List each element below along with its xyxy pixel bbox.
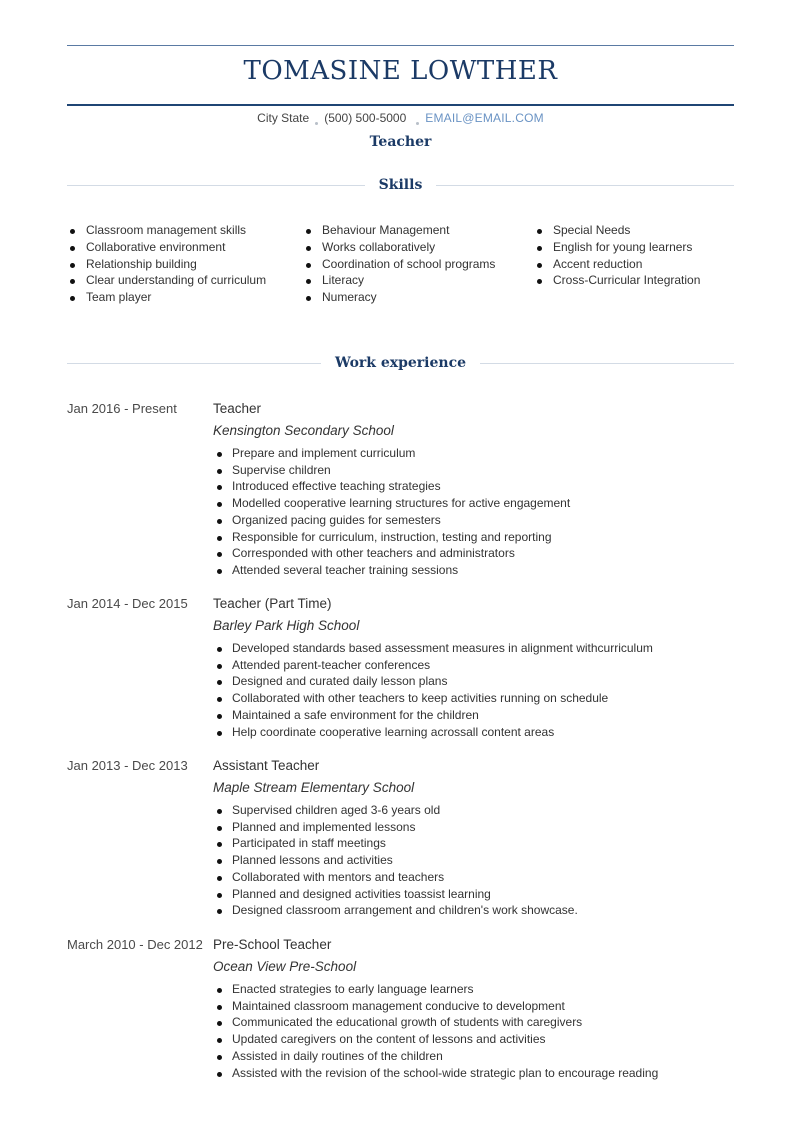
job-bullet: Maintained a safe environment for the ch… xyxy=(213,707,653,724)
job-dates: Jan 2013 - Dec 2013 xyxy=(67,758,188,773)
job-bullet: Collaborated with other teachers to keep… xyxy=(213,690,653,707)
job-role: Assistant Teacher xyxy=(213,758,320,773)
job-bullet: Designed and curated daily lesson plans xyxy=(213,673,653,690)
job-bullet: Updated caregivers on the content of les… xyxy=(213,1031,658,1048)
contact-email-link[interactable]: EMAIL@EMAIL.COM xyxy=(425,111,544,125)
job-bullet-list: Developed standards based assessment mea… xyxy=(213,640,653,740)
skill-item: Relationship building xyxy=(67,256,266,273)
experience-title: Work experience xyxy=(334,355,467,371)
skill-item: Works collaboratively xyxy=(303,239,495,256)
job-bullet: Supervised children aged 3-6 years old xyxy=(213,802,578,819)
job-bullet: Attended several teacher training sessio… xyxy=(213,562,570,579)
job-bullet: Collaborated with mentors and teachers xyxy=(213,869,578,886)
divider-right xyxy=(480,362,734,364)
skill-item: Collaborative environment xyxy=(67,239,266,256)
job-bullet: Introduced effective teaching strategies xyxy=(213,478,570,495)
contact-phone: (500) 500-5000 xyxy=(324,111,407,125)
job-bullet: Maintained classroom management conduciv… xyxy=(213,998,658,1015)
job-company: Kensington Secondary School xyxy=(213,423,394,438)
job-role: Teacher xyxy=(213,401,262,416)
skills-column: Behaviour Management Works collaborativel… xyxy=(303,222,495,306)
skill-item: Classroom management skills xyxy=(67,222,266,239)
skill-item: Team player xyxy=(67,289,266,306)
job-bullet-list: Enacted strategies to early language lea… xyxy=(213,981,658,1081)
job-bullet: Developed standards based assessment mea… xyxy=(213,640,653,657)
job-bullet: Modelled cooperative learning structures… xyxy=(213,495,570,512)
job-bullet: Prepare and implement curriculum xyxy=(213,445,570,462)
job-role: Teacher (Part Time) xyxy=(213,596,332,611)
divider-right xyxy=(436,184,734,186)
job-bullet: Assisted with the revision of the school… xyxy=(213,1065,658,1082)
skill-item: Clear understanding of curriculum xyxy=(67,272,266,289)
separator-dot-icon xyxy=(416,122,420,125)
skills-bullet-list: Classroom management skills Collaborative… xyxy=(67,222,266,306)
skill-item: Coordination of school programs xyxy=(303,256,495,273)
skill-item: Behaviour Management xyxy=(303,222,495,239)
skills-column: Classroom management skills Collaborative… xyxy=(67,222,266,306)
job-headline: Teacher xyxy=(369,134,432,150)
contact-line: City State (500) 500-5000 EMAIL@EMAIL.COM xyxy=(67,111,734,125)
skills-title: Skills xyxy=(378,177,423,193)
job-bullet-list: Prepare and implement curriculum Supervis… xyxy=(213,445,570,579)
candidate-name: TOMASINE LOWTHER xyxy=(243,56,558,86)
skill-item: Numeracy xyxy=(303,289,495,306)
skills-column: Special Needs English for young learners A… xyxy=(534,222,700,289)
skills-bullet-list: Behaviour Management Works collaborativel… xyxy=(303,222,495,306)
job-bullet-list: Supervised children aged 3-6 years old Pl… xyxy=(213,802,578,919)
job-bullet: Communicated the educational growth of s… xyxy=(213,1014,658,1031)
skill-item: Cross-Curricular Integration xyxy=(534,272,700,289)
job-bullet: Supervise children xyxy=(213,462,570,479)
contact-location: City State xyxy=(257,111,310,125)
job-bullet: Planned lessons and activities xyxy=(213,852,578,869)
job-bullet: Participated in staff meetings xyxy=(213,835,578,852)
divider-left xyxy=(67,362,321,364)
separator-dot-icon xyxy=(315,122,319,125)
header-bottom-rule xyxy=(67,104,734,106)
job-bullet: Planned and designed activities toassist… xyxy=(213,886,578,903)
skill-item: Literacy xyxy=(303,272,495,289)
job-role: Pre-School Teacher xyxy=(213,937,332,952)
job-bullet: Designed classroom arrangement and child… xyxy=(213,902,578,919)
job-dates: Jan 2014 - Dec 2015 xyxy=(67,596,188,611)
job-bullet: Organized pacing guides for semesters xyxy=(213,512,570,529)
job-dates: March 2010 - Dec 2012 xyxy=(67,937,203,952)
job-company: Barley Park High School xyxy=(213,618,360,633)
job-bullet: Enacted strategies to early language lea… xyxy=(213,981,658,998)
skills-bullet-list: Special Needs English for young learners A… xyxy=(534,222,700,289)
job-company: Maple Stream Elementary School xyxy=(213,780,415,795)
skill-item: Accent reduction xyxy=(534,256,700,273)
skill-item: English for young learners xyxy=(534,239,700,256)
job-bullet: Help coordinate cooperative learning acr… xyxy=(213,724,653,741)
experience-section-header: Work experience xyxy=(67,353,734,373)
skills-section-header: Skills xyxy=(67,175,734,195)
job-bullet: Assisted in daily routines of the childr… xyxy=(213,1048,658,1065)
job-company: Ocean View Pre-School xyxy=(213,959,357,974)
skill-item: Special Needs xyxy=(534,222,700,239)
job-dates: Jan 2016 - Present xyxy=(67,401,177,416)
header-top-rule xyxy=(67,45,734,46)
job-bullet: Responsible for curriculum, instruction,… xyxy=(213,529,570,546)
job-bullet: Attended parent-teacher conferences xyxy=(213,657,653,674)
divider-left xyxy=(67,184,365,186)
job-bullet: Corresponded with other teachers and adm… xyxy=(213,545,570,562)
job-bullet: Planned and implemented lessons xyxy=(213,819,578,836)
